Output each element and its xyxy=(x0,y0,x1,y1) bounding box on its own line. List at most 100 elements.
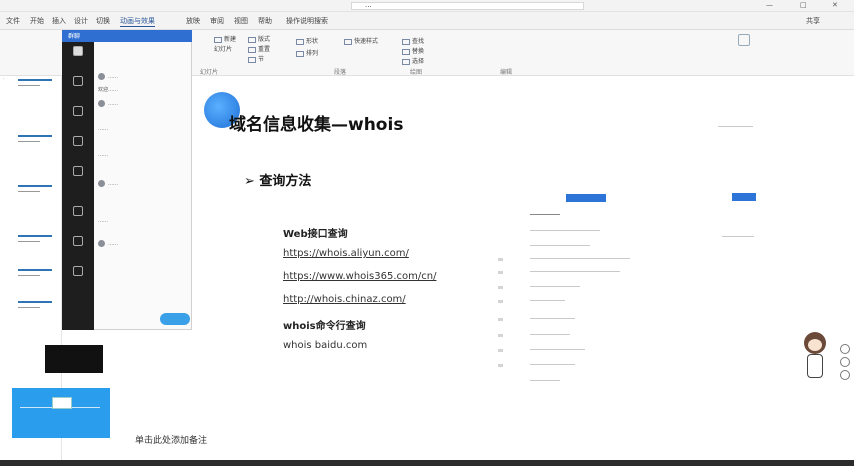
slide-thumbnail[interactable] xyxy=(12,266,57,284)
replace-icon xyxy=(402,48,410,55)
slide-link[interactable]: http://whois.chinaz.com/ xyxy=(283,294,406,305)
doc-line xyxy=(530,349,585,350)
arrow-bullet-icon: ➢ xyxy=(244,174,260,189)
phone-icon[interactable] xyxy=(73,236,83,246)
arrange-icon xyxy=(296,50,304,57)
slide-line: Web接口查询 xyxy=(283,229,348,240)
highlight-badge xyxy=(732,193,756,201)
chat-message: …… xyxy=(108,74,118,80)
ribbon-select[interactable]: 选择 xyxy=(402,56,424,65)
tab-help[interactable]: 帮助 xyxy=(258,16,272,26)
ribbon-slide-label: 幻灯片 xyxy=(214,46,233,53)
ribbon-reset[interactable]: 重置 xyxy=(248,44,270,53)
doc-line xyxy=(718,126,753,127)
tab-animations[interactable]: 动画与效果 xyxy=(120,16,155,27)
doc-line xyxy=(530,364,575,365)
share-button[interactable]: 共享 xyxy=(806,16,820,26)
ribbon-replace[interactable]: 替换 xyxy=(402,46,424,55)
group-slides: 幻灯片 xyxy=(200,69,219,76)
mascot-close-icon[interactable] xyxy=(840,370,850,380)
reset-icon xyxy=(248,46,256,53)
slide-title: 域名信息收集—whois xyxy=(229,115,404,135)
group-drawing: 绘图 xyxy=(410,69,423,76)
notes-placeholder[interactable]: 单击此处添加备注 xyxy=(135,433,207,446)
chat-message: …… xyxy=(98,126,108,132)
tab-transitions[interactable]: 切换 xyxy=(96,16,110,26)
tab-view[interactable]: 视图 xyxy=(234,16,248,26)
video-card-icon xyxy=(52,397,72,409)
avatar xyxy=(98,240,105,247)
chat-message: 欢迎…… xyxy=(98,87,119,93)
ribbon-new-slide[interactable]: 新建 xyxy=(214,34,236,43)
new-slide-icon xyxy=(214,36,222,43)
slide-thumbnail[interactable] xyxy=(12,132,57,150)
tab-file[interactable]: 文件 xyxy=(6,16,20,26)
chat-message: …… xyxy=(108,101,118,107)
more-icon[interactable] xyxy=(73,266,83,276)
chat-message: …… xyxy=(98,152,108,158)
ribbon-tabs: 文件 开始 插入 设计 切换 动画与效果 放映 审阅 视图 帮助 操作说明搜索 … xyxy=(0,12,854,30)
slide-link[interactable]: https://www.whois365.com/cn/ xyxy=(283,271,436,282)
ribbon-quick-styles[interactable]: 快速样式 xyxy=(344,36,378,45)
layout-icon xyxy=(248,36,256,43)
doc-line xyxy=(530,230,600,231)
tab-insert[interactable]: 插入 xyxy=(52,16,66,26)
doc-line xyxy=(530,334,570,335)
ribbon-layout[interactable]: 版式 xyxy=(248,34,270,43)
mascot-menu-icon[interactable] xyxy=(840,344,850,354)
close-button[interactable]: ✕ xyxy=(832,1,838,9)
slide-bullet: ➢ 查询方法 xyxy=(244,174,312,189)
ribbon-shapes[interactable]: 形状 xyxy=(296,36,318,45)
doc-line xyxy=(530,258,630,259)
status-bar xyxy=(0,460,854,466)
chat-message: …… xyxy=(98,218,108,224)
tab-home[interactable]: 开始 xyxy=(30,16,44,26)
settings-icon[interactable] xyxy=(73,206,83,216)
find-icon xyxy=(402,38,410,45)
mascot-character xyxy=(798,330,832,382)
files-icon[interactable] xyxy=(73,106,83,116)
tab-design[interactable]: 设计 xyxy=(74,16,88,26)
slide-thumbnail[interactable]: · xyxy=(3,76,57,94)
group-paragraph: 段落 xyxy=(334,69,347,76)
slide-line: whois baidu.com xyxy=(283,340,368,351)
maximize-button[interactable]: □ xyxy=(800,1,807,9)
group-editing: 编辑 xyxy=(500,69,513,76)
designer-icon[interactable] xyxy=(738,34,750,46)
minimize-button[interactable]: — xyxy=(766,1,773,9)
chat-icon[interactable] xyxy=(73,46,83,56)
doc-line xyxy=(722,236,754,237)
chat-message: …… xyxy=(108,241,118,247)
slide-thumbnail[interactable] xyxy=(12,298,57,316)
tab-slideshow[interactable]: 放映 xyxy=(186,16,200,26)
doc-line xyxy=(530,318,575,319)
avatar xyxy=(98,100,105,107)
slide-thumbnail[interactable] xyxy=(12,182,57,200)
ribbon-find[interactable]: 查找 xyxy=(402,36,424,45)
slide-thumbnail[interactable] xyxy=(12,232,57,250)
highlight-badge xyxy=(566,194,606,202)
avatar xyxy=(98,73,105,80)
doc-line xyxy=(530,380,560,381)
title-bar: ... — □ ✕ xyxy=(0,0,854,12)
video-thumbnail-dark xyxy=(45,345,103,373)
slide-link[interactable]: https://whois.aliyun.com/ xyxy=(283,248,409,259)
send-button[interactable] xyxy=(160,313,190,325)
chat-nav-rail xyxy=(62,42,94,330)
contacts-icon[interactable] xyxy=(73,76,83,86)
shapes-icon xyxy=(296,38,304,45)
tab-review[interactable]: 审阅 xyxy=(210,16,224,26)
apps-icon[interactable] xyxy=(73,166,83,176)
calendar-icon[interactable] xyxy=(73,136,83,146)
avatar xyxy=(98,180,105,187)
quick-styles-icon xyxy=(344,38,352,45)
ribbon-arrange[interactable]: 排列 xyxy=(296,48,318,57)
tab-tell-me[interactable]: 操作说明搜索 xyxy=(286,16,328,26)
ribbon-section[interactable]: 节 xyxy=(248,54,264,63)
section-icon xyxy=(248,56,256,63)
presenter-video xyxy=(12,388,110,438)
doc-line xyxy=(530,214,560,215)
search-box[interactable] xyxy=(351,2,584,10)
mascot-chat-icon[interactable] xyxy=(840,357,850,367)
doc-line xyxy=(530,271,620,272)
